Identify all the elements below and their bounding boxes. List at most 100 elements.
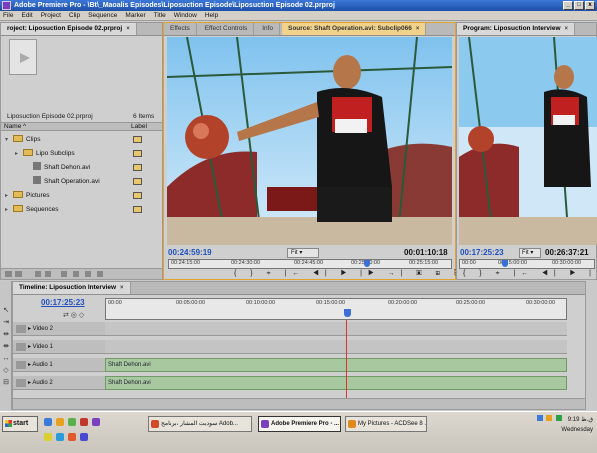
tab-effect-controls[interactable]: Effect Controls [199, 23, 255, 35]
expand-triangle-icon[interactable]: ▾ [5, 135, 13, 146]
start-button[interactable]: start [2, 416, 38, 432]
track-header[interactable]: ▸ Video 2 [13, 322, 105, 336]
project-tree-item[interactable]: Shaft Dehon.avi [1, 162, 162, 173]
track-select-tool-icon[interactable]: ⇥ [2, 319, 10, 327]
playhead-icon[interactable] [502, 260, 508, 267]
program-transport-controls[interactable]: { } ⌖ |← ◀| ▶ |▶ →| ▣ ⊞ ⎘ [463, 270, 597, 278]
project-tree-item[interactable]: ▸ Lipo Subclips [1, 148, 162, 159]
quicklaunch-icon[interactable] [92, 418, 100, 426]
quicklaunch-icon[interactable] [68, 433, 76, 441]
ruler-tick: 00:24:15:00 [171, 260, 201, 266]
label-color-swatch[interactable] [133, 136, 142, 143]
close-button[interactable]: x [585, 1, 595, 10]
project-item-label: Lipo Subclips [36, 150, 75, 157]
label-color-swatch[interactable] [133, 164, 142, 171]
tab-timeline[interactable]: Timeline: Liposuction Interview × [13, 282, 131, 294]
column-name[interactable]: Name [4, 123, 21, 131]
program-timecode[interactable]: 00:17:25:23 [460, 248, 504, 257]
quicklaunch-icon[interactable] [80, 433, 88, 441]
expand-triangle-icon[interactable]: ▸ [5, 205, 13, 216]
label-color-swatch[interactable] [133, 206, 142, 213]
menu-marker[interactable]: Marker [125, 11, 145, 20]
maximize-button[interactable]: □ [574, 1, 584, 10]
tray-icon[interactable] [546, 415, 553, 421]
label-color-swatch[interactable] [133, 150, 142, 157]
source-monitor-panel: Effects Effect Controls Info Source: Sha… [163, 22, 460, 280]
sort-up-icon[interactable]: ^ [23, 123, 26, 131]
razor-tool-icon[interactable]: ◇ [2, 367, 10, 375]
expand-triangle-icon[interactable]: ▸ [5, 191, 13, 202]
timeline-scrollbar[interactable] [13, 398, 585, 409]
close-tab-icon[interactable]: × [565, 23, 569, 35]
track-area[interactable]: Shaft Dehon.avi [105, 376, 567, 390]
timeline-time-ruler[interactable]: 00:00 00:05:00:00 00:10:00:00 00:15:00:0… [105, 298, 567, 320]
tab-program[interactable]: Program: Liposuction Interview × [457, 23, 576, 35]
tab-source[interactable]: Source: Shaft Operation.avi: Subclip066 × [281, 23, 427, 35]
ruler-tick: 00:20:00:00 [388, 300, 418, 306]
track-area[interactable] [105, 340, 567, 354]
quicklaunch-icon[interactable] [56, 418, 64, 426]
audio-clip[interactable]: Shaft Dehon.avi [105, 376, 567, 390]
tab-info[interactable]: Info [256, 23, 281, 35]
selection-tool-icon[interactable]: ↖ [2, 307, 10, 315]
expand-triangle-icon[interactable]: ▸ [15, 149, 23, 160]
project-tree-item[interactable]: ▾ Clips [1, 134, 162, 145]
column-label[interactable]: Label [131, 123, 147, 131]
speaker-icon[interactable] [16, 379, 26, 387]
audio-clip[interactable]: Shaft Dehon.avi [105, 358, 567, 372]
program-time-ruler[interactable]: 00:00 00:15:00:00 00:30:00:00 [459, 259, 595, 269]
label-color-swatch[interactable] [133, 178, 142, 185]
track-area[interactable]: Shaft Dehon.avi [105, 358, 567, 372]
program-fit-dropdown[interactable]: Fit ▾ [519, 248, 541, 258]
quicklaunch-icon[interactable] [56, 433, 64, 441]
program-video-frame [459, 37, 597, 245]
quicklaunch-icon[interactable] [44, 418, 52, 426]
project-tree-item[interactable]: Shaft Operation.avi [1, 176, 162, 187]
rolling-edit-tool-icon[interactable]: ⇼ [2, 343, 10, 351]
taskbar-button[interactable]: Adobe Premiere Pro - ... [258, 416, 341, 432]
playhead-icon[interactable] [364, 260, 370, 267]
ripple-edit-tool-icon[interactable]: ⇹ [2, 331, 10, 339]
quicklaunch-icon[interactable] [44, 433, 52, 441]
tab-project[interactable]: roject: Liposuction Episode 02.prproj × [1, 23, 137, 35]
quicklaunch-icon[interactable] [68, 418, 76, 426]
taskbar-button[interactable]: سوديت المشار ،برنامج Adob... [148, 416, 252, 432]
menu-title[interactable]: Title [154, 11, 166, 20]
source-time-ruler[interactable]: 00:24:15:00 00:24:30:00 00:24:45:00 00:2… [168, 259, 452, 269]
track-header[interactable]: ▸ Audio 1 [13, 358, 105, 372]
taskbar-button[interactable]: My Pictures - ACDSee 8 ... [345, 416, 427, 432]
menu-help[interactable]: Help [205, 11, 218, 20]
close-tab-icon[interactable]: × [416, 23, 420, 35]
menu-sequence[interactable]: Sequence [88, 11, 117, 20]
menu-file[interactable]: File [3, 11, 13, 20]
clock-time[interactable]: 9:19 ق.ظ [568, 417, 593, 423]
speaker-icon[interactable] [16, 361, 26, 369]
snap-icon[interactable]: ⇄ ◎ ◇ [63, 311, 84, 319]
minimize-button[interactable]: _ [563, 1, 573, 10]
close-tab-icon[interactable]: × [120, 282, 124, 294]
label-color-swatch[interactable] [133, 192, 142, 199]
track-area[interactable] [105, 322, 567, 336]
playhead-icon[interactable] [344, 309, 351, 317]
eye-icon[interactable] [16, 325, 26, 333]
tab-effects[interactable]: Effects [164, 23, 197, 35]
source-transport-controls[interactable]: { } ⌖ |← ◀| ▶ |▶ →| ▣ ⊞ ⎘ [234, 270, 466, 278]
track-header[interactable]: ▸ Audio 2 [13, 376, 105, 390]
project-tree-item[interactable]: ▸ Pictures [1, 190, 162, 201]
timeline-timecode[interactable]: 00:17:25:23 [41, 298, 85, 307]
slip-tool-icon[interactable]: ⊟ [2, 379, 10, 387]
tray-icon[interactable] [536, 415, 543, 421]
eye-icon[interactable] [16, 343, 26, 351]
rate-stretch-tool-icon[interactable]: ↔ [2, 355, 10, 363]
project-tree-item[interactable]: ▸ Sequences [1, 204, 162, 215]
tray-icon[interactable] [556, 415, 563, 421]
track-header[interactable]: ▸ Video 1 [13, 340, 105, 354]
source-timecode[interactable]: 00:24:59:19 [168, 248, 212, 257]
close-tab-icon[interactable]: × [126, 23, 130, 35]
source-fit-dropdown[interactable]: Fit ▾ [287, 248, 319, 258]
menu-clip[interactable]: Clip [69, 11, 80, 20]
menu-project[interactable]: Project [41, 11, 61, 20]
quicklaunch-icon[interactable] [80, 418, 88, 426]
menu-edit[interactable]: Edit [21, 11, 32, 20]
menu-window[interactable]: Window [174, 11, 197, 20]
